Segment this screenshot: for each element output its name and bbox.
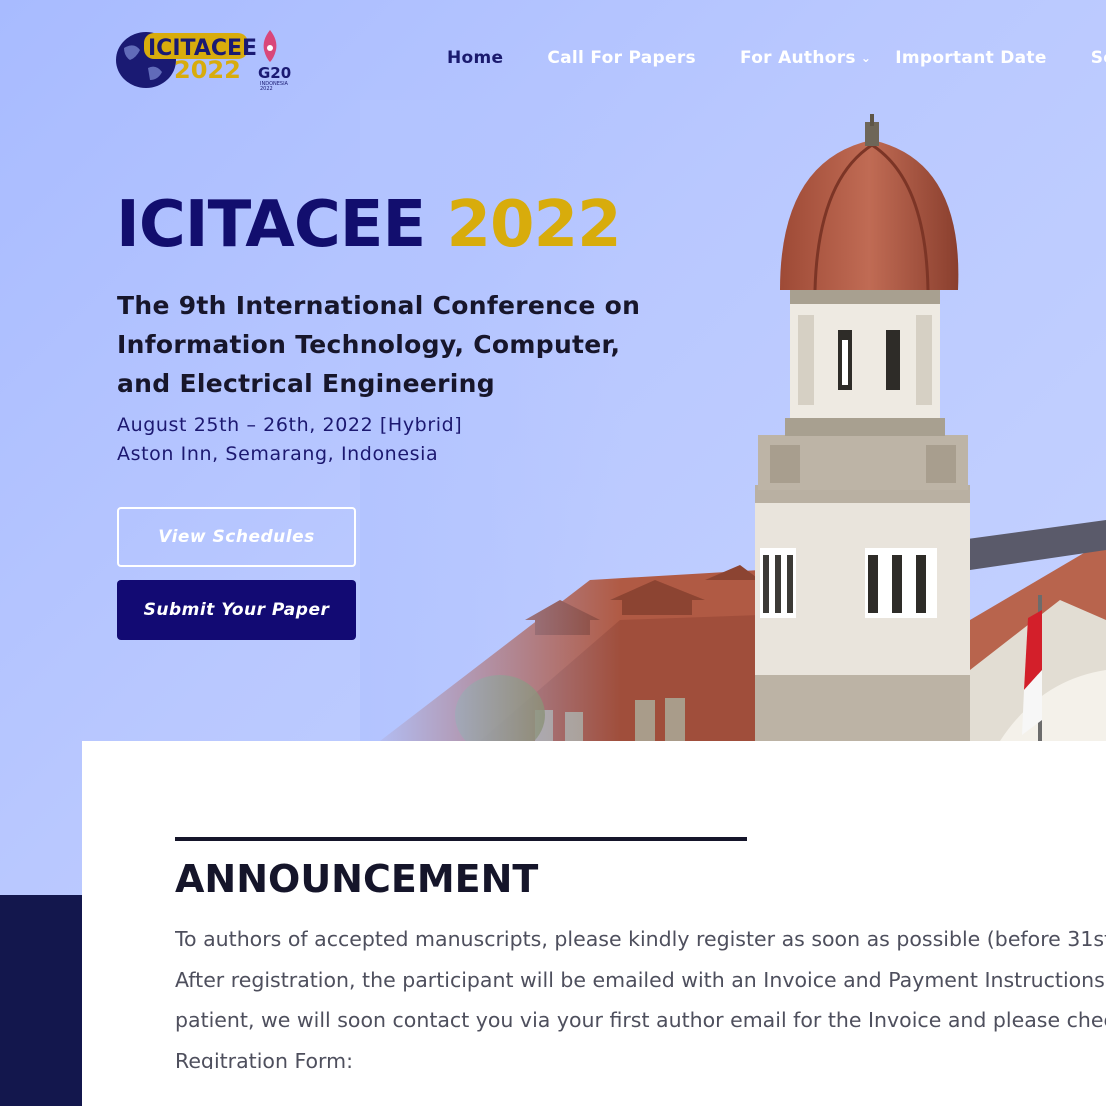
nav-important-date[interactable]: Important Date: [895, 48, 1046, 68]
announcement-line: Regitration Form:: [175, 1048, 354, 1070]
nav-call-for-papers[interactable]: Call For Papers: [547, 48, 696, 68]
nav-schedules[interactable]: Sche: [1091, 48, 1106, 68]
view-schedules-button[interactable]: View Schedules: [117, 507, 356, 567]
announcement-divider: [175, 837, 747, 841]
hero-date: August 25th – 26th, 2022 [Hybrid]: [117, 414, 463, 436]
hero-location: Aston Inn, Semarang, Indonesia: [117, 443, 439, 465]
footer-accent-block: [0, 895, 82, 1106]
svg-text:2022: 2022: [260, 86, 273, 92]
hero-title-year: 2022: [446, 188, 622, 262]
g20-emblem-icon: [263, 30, 277, 62]
chevron-down-icon: ⌄: [860, 51, 872, 65]
submit-paper-button[interactable]: Submit Your Paper: [117, 580, 356, 640]
announcement-line: After registration, the participant will…: [175, 967, 1106, 992]
announcement-line: patient, we will soon contact you via yo…: [175, 1008, 1106, 1032]
announcement-card: ANNOUNCEMENT To authors of accepted manu…: [82, 741, 1106, 1106]
svg-text:G20: G20: [258, 64, 291, 82]
svg-text:2022: 2022: [174, 56, 241, 84]
announcement-title: ANNOUNCEMENT: [175, 857, 539, 901]
announcement-body: To authors of accepted manuscripts, plea…: [175, 919, 1106, 1069]
hero-title: ICITACEE 2022: [116, 188, 622, 262]
main-nav: Home Call For Papers For Authors ⌄ Import…: [447, 48, 1106, 68]
site-logo[interactable]: ICITACEE 2022 G20 INDONESIA 2022: [116, 28, 298, 92]
announcement-line: To authors of accepted manuscripts, plea…: [175, 927, 1106, 951]
hero-subtitle: The 9th International Conference on Info…: [117, 291, 641, 398]
nav-for-authors[interactable]: For Authors ⌄: [740, 48, 871, 68]
hero-title-main: ICITACEE: [116, 188, 426, 262]
nav-home[interactable]: Home: [447, 48, 503, 68]
